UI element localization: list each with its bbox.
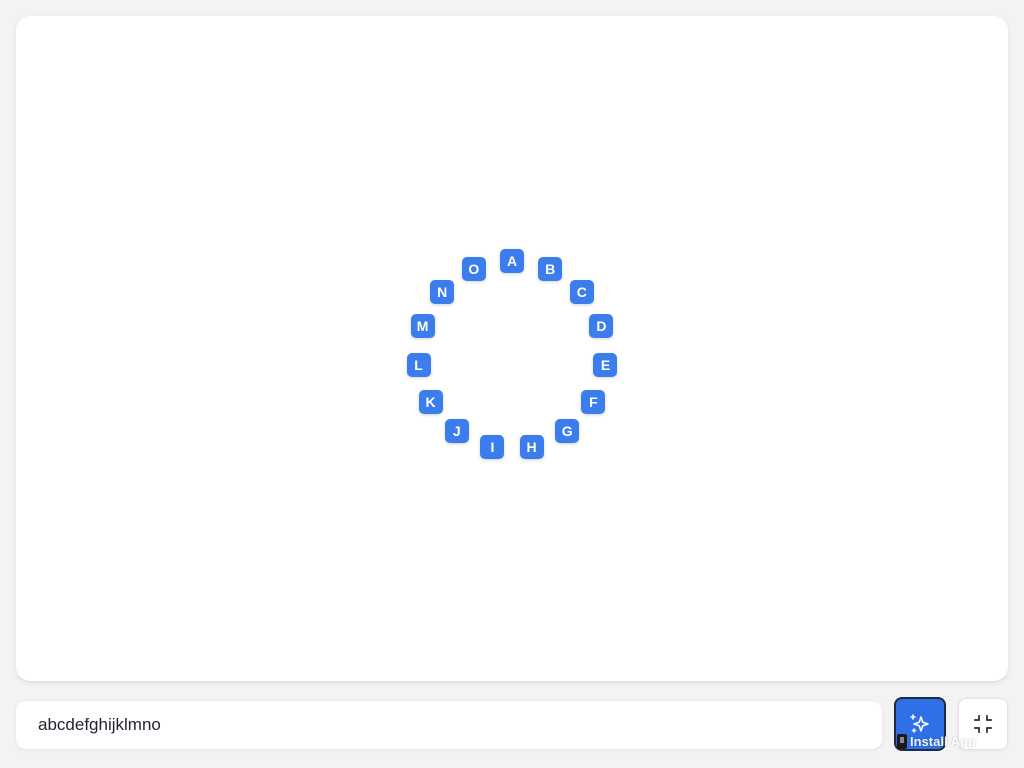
- letter-tile-j[interactable]: J: [444, 419, 469, 444]
- text-input[interactable]: [16, 701, 882, 749]
- letter-tile-h[interactable]: H: [519, 434, 544, 459]
- collapse-icon: [974, 715, 992, 733]
- letter-tile-l[interactable]: L: [406, 352, 431, 377]
- install-app-badge[interactable]: Install App: [897, 733, 976, 749]
- main-canvas: ABCDEFGHIJKLMNO: [16, 16, 1008, 681]
- letter-tile-g[interactable]: G: [555, 419, 580, 444]
- letter-tile-k[interactable]: K: [418, 390, 443, 414]
- install-app-label: Install App: [910, 733, 976, 749]
- letter-tile-b[interactable]: B: [538, 257, 563, 282]
- letter-tile-m[interactable]: M: [410, 313, 435, 338]
- letter-tile-i[interactable]: I: [480, 434, 505, 459]
- letter-tile-c[interactable]: C: [569, 280, 594, 305]
- letter-tile-a[interactable]: A: [500, 249, 524, 273]
- letter-tile-n[interactable]: N: [430, 280, 455, 305]
- letter-tile-d[interactable]: D: [589, 313, 614, 338]
- letter-tile-o[interactable]: O: [461, 257, 486, 282]
- letter-tile-f[interactable]: F: [581, 390, 606, 414]
- bottom-bar: [16, 697, 1008, 753]
- letter-tile-e[interactable]: E: [593, 352, 618, 377]
- phone-icon: [897, 733, 907, 749]
